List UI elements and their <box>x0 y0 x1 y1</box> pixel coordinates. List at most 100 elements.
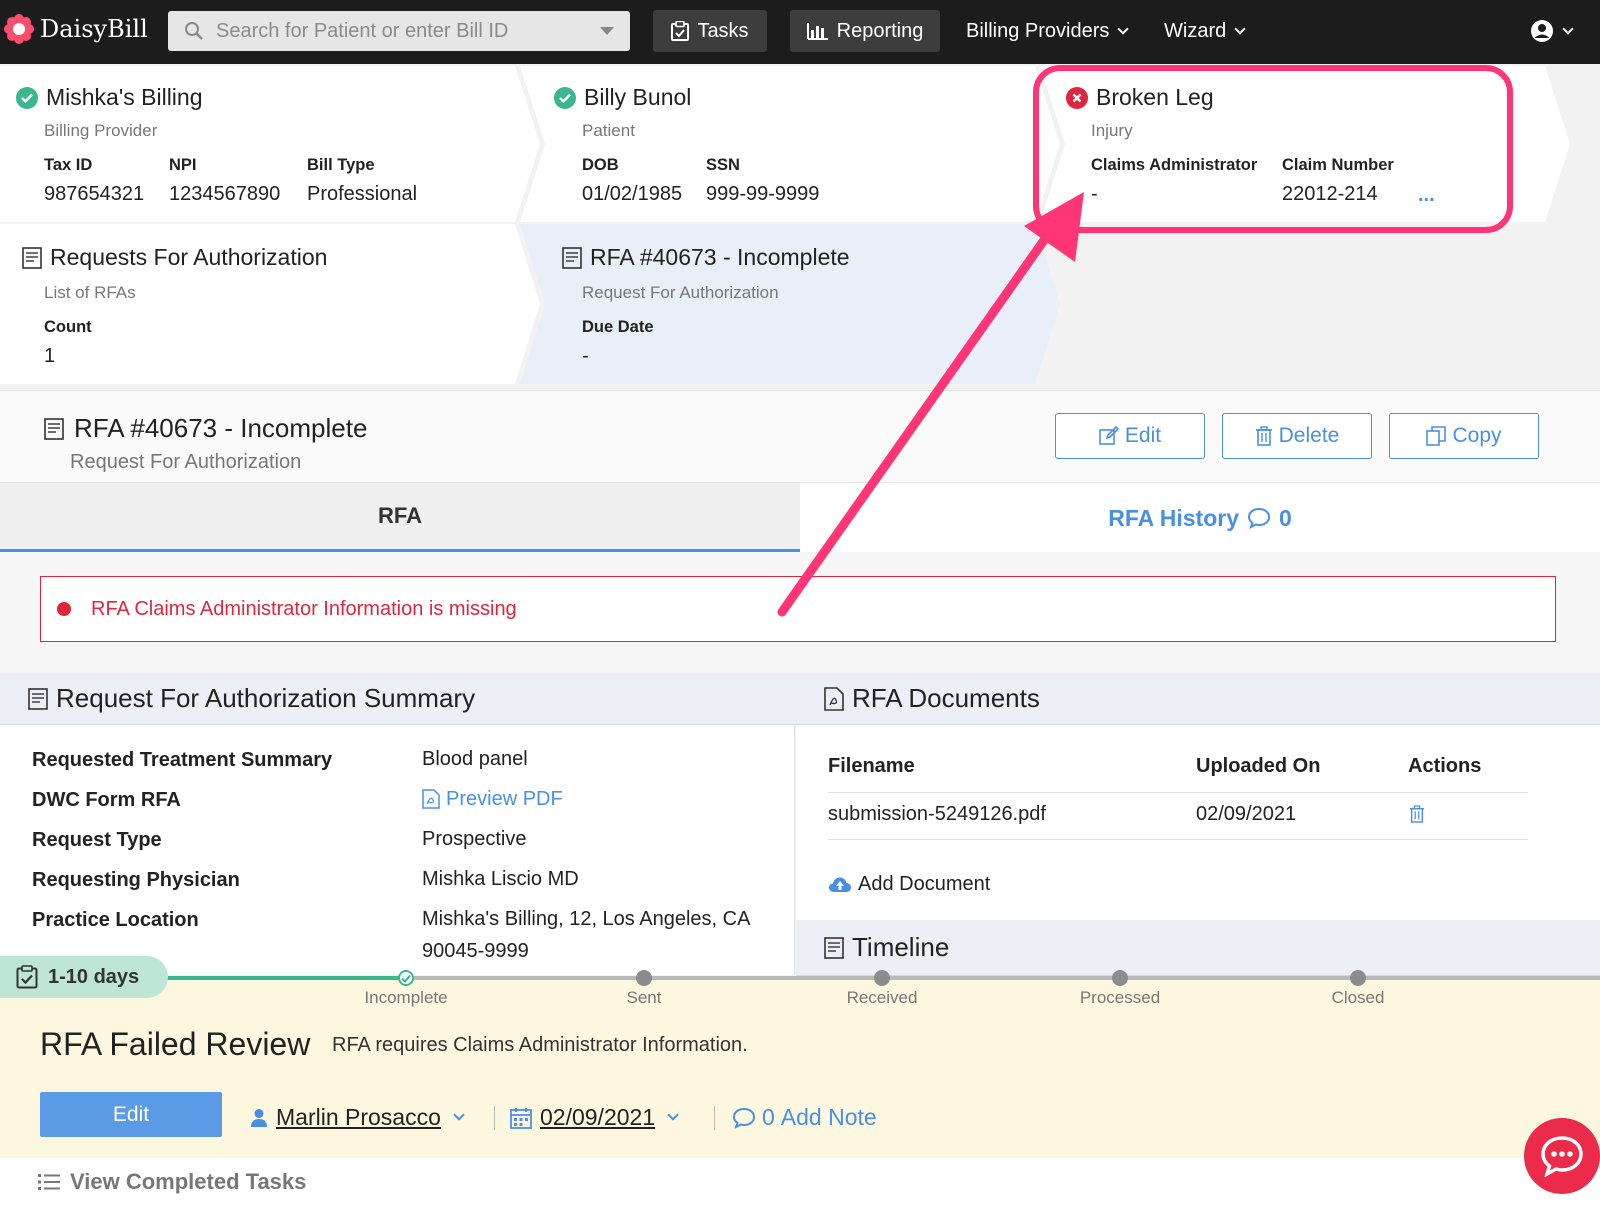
stage-dot <box>636 970 652 986</box>
tab-history-label: RFA History <box>1108 504 1239 531</box>
rfa-header: RFA #40673 - Incomplete Request For Auth… <box>0 390 1600 482</box>
billing-providers-menu[interactable]: Billing Providers <box>966 10 1130 52</box>
npi-value: 1234567890 <box>169 183 281 205</box>
tax-id-value: 987654321 <box>44 183 145 205</box>
calendar-icon <box>510 1107 532 1129</box>
ssn-value: 999-99-9999 <box>706 183 820 205</box>
claims-administrator-value: - <box>1091 183 1098 205</box>
tasks-button[interactable]: Tasks <box>653 10 767 52</box>
request-type-label: Request Type <box>32 829 162 851</box>
practice-location-value: Mishka's Billing, 12, Los Angeles, CA <box>422 908 751 930</box>
check-circle-icon <box>16 86 38 109</box>
more-details-link[interactable]: ... <box>1418 184 1435 207</box>
clipboard-check-icon <box>16 965 38 989</box>
search-bar[interactable]: Search for Patient or enter Bill ID <box>168 11 630 51</box>
requesting-physician-value: Mishka Liscio MD <box>422 868 579 890</box>
injury-name: Broken Leg <box>1096 84 1214 110</box>
claim-number-value: 22012-214 <box>1282 183 1378 205</box>
history-count: 0 <box>1278 504 1292 531</box>
chevron-down-icon <box>1234 22 1246 35</box>
stage-label: Received <box>846 988 918 1007</box>
practice-location-zip: 90045-9999 <box>422 940 529 962</box>
search-icon <box>185 22 203 40</box>
view-completed-tasks[interactable]: View Completed Tasks <box>0 1158 1600 1205</box>
practice-location-label: Practice Location <box>32 909 199 931</box>
table-divider <box>828 792 1528 793</box>
note-count: 0 <box>762 1104 775 1130</box>
summary-title: Request For Authorization Summary <box>56 683 476 713</box>
search-placeholder[interactable]: Search for Patient or enter Bill ID <box>216 20 600 43</box>
stage-label: Sent <box>626 988 662 1007</box>
bar-chart-icon <box>806 23 828 40</box>
daisybill-logo[interactable]: DaisyBill <box>4 14 148 44</box>
rfa-crumb-title: RFA #40673 - Incomplete <box>590 244 850 270</box>
document-icon <box>44 417 64 440</box>
document-icon <box>28 687 48 710</box>
delete-label: Delete <box>1278 424 1340 447</box>
document-icon <box>824 936 844 959</box>
bill-type-value: Professional <box>307 183 418 205</box>
copy-button[interactable]: Copy <box>1389 413 1539 459</box>
rfa-tabs: RFA RFA History 0 <box>0 482 1600 553</box>
chat-button[interactable] <box>1524 1118 1600 1194</box>
chat-icon <box>1541 1136 1583 1177</box>
document-icon <box>562 246 582 269</box>
task-title: RFA Failed Review <box>40 1026 311 1062</box>
documents-title: RFA Documents <box>852 683 1040 713</box>
pdf-file-icon <box>824 686 844 711</box>
tab-rfa-history[interactable]: RFA History 0 <box>800 483 1600 553</box>
due-date-dropdown[interactable]: 02/09/2021 <box>510 1104 679 1131</box>
assignee-name: Marlin Prosacco <box>276 1104 441 1130</box>
chevron-down-icon <box>667 1108 679 1121</box>
treatment-summary-label: Requested Treatment Summary <box>32 749 333 771</box>
rfa-list-title: Requests For Authorization <box>50 244 328 270</box>
list-icon <box>38 1173 60 1190</box>
add-note-button[interactable]: 0 Add Note <box>732 1104 877 1131</box>
top-navbar: DaisyBill Search for Patient or enter Bi… <box>0 0 1600 64</box>
error-circle-icon <box>1066 86 1088 109</box>
wizard-label: Wizard <box>1164 19 1227 42</box>
actions-header: Actions <box>1408 755 1482 777</box>
daisy-icon <box>4 14 34 44</box>
assignee-dropdown[interactable]: Marlin Prosacco <box>250 1104 465 1131</box>
task-description: RFA requires Claims Administrator Inform… <box>332 1034 748 1056</box>
document-uploaded-date: 02/09/2021 <box>1196 803 1297 825</box>
trash-icon[interactable] <box>1409 805 1425 823</box>
npi-label: NPI <box>169 156 197 174</box>
reporting-button[interactable]: Reporting <box>790 10 940 52</box>
filename-header: Filename <box>828 755 915 777</box>
preview-pdf-label: Preview PDF <box>446 788 563 810</box>
reporting-label: Reporting <box>836 19 924 42</box>
claim-number-label: Claim Number <box>1282 156 1394 174</box>
add-document-button[interactable]: Add Document <box>828 873 990 896</box>
preview-pdf-link[interactable]: Preview PDF <box>422 783 563 815</box>
injury-subtitle: Injury <box>1091 121 1133 140</box>
stage-label: Closed <box>1331 988 1385 1007</box>
delete-button[interactable]: Delete <box>1222 413 1372 459</box>
summary-section-header: Request For Authorization Summary <box>0 673 796 725</box>
stage-dot <box>874 970 890 986</box>
chevron-down-icon <box>1117 22 1130 35</box>
check-circle-icon <box>554 86 576 109</box>
task-edit-button[interactable]: Edit <box>40 1092 222 1137</box>
request-type-value: Prospective <box>422 828 527 850</box>
summary-body: Requested Treatment Summary Blood panel … <box>0 725 795 975</box>
search-dropdown-icon[interactable] <box>600 27 614 35</box>
chevron-down-icon <box>453 1108 465 1121</box>
document-filename-link[interactable]: submission-5249126.pdf <box>828 803 1046 826</box>
documents-section-header: RFA Documents <box>796 673 1600 725</box>
edit-button[interactable]: Edit <box>1055 413 1205 459</box>
dwc-form-label: DWC Form RFA <box>32 789 181 811</box>
treatment-summary-value: Blood panel <box>422 748 528 770</box>
document-icon <box>22 246 42 269</box>
wizard-menu[interactable]: Wizard <box>1164 10 1246 52</box>
stage-dot <box>398 970 414 986</box>
timeline-title: Timeline <box>852 932 950 962</box>
provider-name: Mishka's Billing <box>46 84 203 110</box>
user-menu[interactable] <box>1530 10 1574 52</box>
user-icon <box>251 1108 267 1127</box>
due-date-label: Due Date <box>582 318 654 336</box>
rfa-crumb-subtitle: Request For Authorization <box>582 283 779 302</box>
tab-rfa[interactable]: RFA <box>0 483 800 553</box>
documents-body: Filename Uploaded On Actions submission-… <box>796 725 1600 920</box>
